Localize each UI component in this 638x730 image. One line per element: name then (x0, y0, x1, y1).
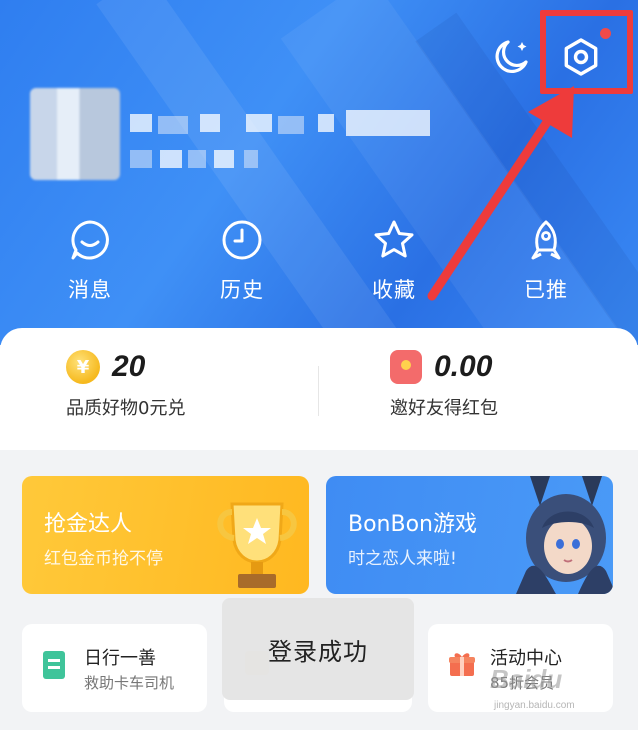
watermark-url: jingyan.baidu.com (494, 700, 575, 711)
promo-title: BonBon游戏 (348, 512, 477, 537)
game-character-image (516, 476, 613, 594)
nav-label: 历史 (220, 278, 264, 302)
promo-bonbon-game[interactable]: BonBon游戏 时之恋人来啦! (326, 476, 613, 594)
clock-icon (222, 220, 262, 260)
red-envelope-icon (390, 350, 422, 384)
nav-messages[interactable]: 消息 (40, 218, 140, 304)
trophy-icon (217, 502, 297, 588)
document-icon (43, 651, 65, 679)
promo-gold-rush[interactable]: 抢金达人 红包金币抢不停 (22, 476, 309, 594)
coins-value: 20 (112, 350, 146, 383)
divider (318, 366, 319, 416)
nav-label: 消息 (68, 278, 112, 302)
nav-label: 收藏 (372, 278, 416, 302)
star-icon (374, 220, 414, 258)
promo-subtitle: 时之恋人来啦! (348, 549, 457, 569)
rocket-icon (531, 220, 561, 260)
promo-subtitle: 红包金币抢不停 (44, 549, 163, 569)
coins-stat[interactable]: ¥ 20 品质好物0元兑 (66, 350, 185, 420)
nav-label: 已推 (524, 278, 568, 302)
nav-favorites[interactable]: 收藏 (344, 218, 444, 304)
redpacket-value: 0.00 (434, 350, 493, 383)
avatar[interactable] (30, 88, 120, 180)
redpacket-desc: 邀好友得红包 (390, 398, 498, 419)
login-success-toast: 登录成功 (222, 598, 414, 700)
night-mode-button[interactable] (492, 34, 534, 76)
coins-desc: 品质好物0元兑 (66, 398, 186, 419)
card-title: 日行一善 (84, 648, 156, 669)
stats-card: ¥ 20 品质好物0元兑 0.00 邀好友得红包 (0, 328, 638, 450)
annotation-highlight-box (540, 10, 633, 94)
gift-icon (449, 653, 475, 676)
coin-icon: ¥ (66, 350, 100, 384)
moon-icon (495, 40, 528, 73)
chat-smile-icon (71, 220, 109, 260)
watermark-logo: Baidu (490, 664, 563, 694)
nav-history[interactable]: 历史 (192, 218, 292, 304)
profile-header: 消息 历史 收藏 已推 (0, 0, 638, 345)
card-charity[interactable]: 日行一善 救助卡车司机 (22, 624, 207, 712)
redpacket-stat[interactable]: 0.00 邀好友得红包 (390, 350, 498, 420)
card-subtitle: 救助卡车司机 (84, 674, 175, 692)
nav-pushed[interactable]: 已推 (496, 218, 596, 304)
promo-title: 抢金达人 (44, 512, 133, 537)
quick-nav: 消息 历史 收藏 已推 (0, 218, 638, 308)
